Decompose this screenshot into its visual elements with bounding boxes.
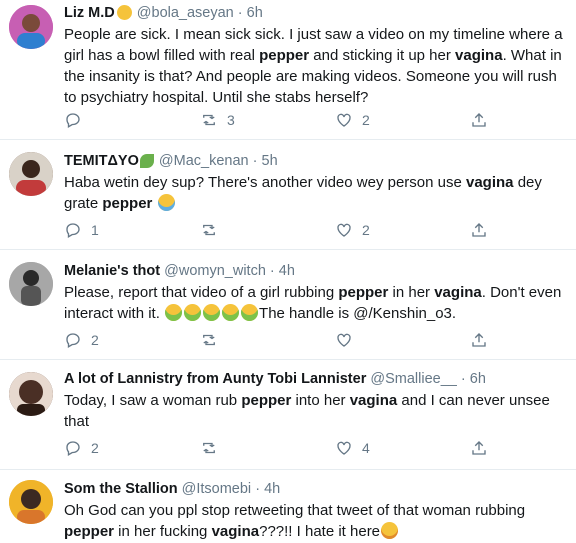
avatar[interactable] (9, 372, 53, 416)
leaf-emoji-icon (139, 154, 154, 168)
tweet[interactable]: Som the Stallion @Itsomebi · 4h Oh God c… (0, 470, 576, 543)
display-name[interactable]: TEMITΔYO (64, 153, 139, 169)
nauseated-emoji-icon (241, 304, 259, 321)
keyword: vagina (466, 174, 514, 191)
tweet-header: Liz M.D @bola_aseyan · 6h (64, 4, 568, 23)
reply-button[interactable]: 2 (64, 438, 99, 458)
retweet-button[interactable] (200, 438, 227, 458)
retweet-icon (203, 442, 215, 454)
separator: · (237, 5, 243, 21)
avatar-image (9, 5, 53, 49)
share-button[interactable] (470, 330, 488, 350)
display-name[interactable]: Melanie's thot (64, 263, 160, 279)
tweet-header: Som the Stallion @Itsomebi · 4h (64, 480, 568, 499)
share-button[interactable] (470, 220, 488, 240)
tweet-text: Oh God can you ppl stop retweeting that … (64, 502, 526, 540)
retweet-icon (203, 224, 215, 236)
reply-icon (66, 333, 80, 348)
keyword: pepper (64, 523, 115, 540)
retweet-button[interactable] (200, 330, 227, 350)
nauseated-emoji-icon (203, 304, 221, 321)
tweet-header: TEMITΔYO @Mac_kenan · 5h (64, 152, 568, 171)
reply-button[interactable]: 2 (64, 330, 99, 350)
share-button[interactable] (470, 110, 488, 130)
avatar-image (9, 152, 53, 196)
avatar[interactable] (9, 5, 53, 49)
tweet[interactable]: A lot of Lannistry from Aunty Tobi Lanni… (0, 360, 576, 470)
nauseated-emoji-icon (165, 304, 183, 321)
share-button[interactable] (470, 438, 488, 458)
tweet[interactable]: Melanie's thot @womyn_witch · 4h Please,… (0, 250, 576, 360)
share-icon (472, 113, 486, 127)
avatar-image (9, 372, 53, 416)
separator: · (269, 263, 275, 279)
timestamp[interactable]: 4h (279, 263, 295, 279)
tweet-text: People are sick. I mean sick sick. I jus… (64, 26, 563, 106)
retweet-button[interactable] (200, 220, 227, 240)
keyword: pepper (259, 47, 310, 64)
nauseated-emoji-icon (222, 304, 240, 321)
tweet-text: Please, report that video of a girl rubb… (64, 284, 562, 322)
timestamp[interactable]: 6h (470, 371, 486, 387)
reply-icon (66, 441, 80, 456)
avatar[interactable] (9, 262, 53, 306)
timestamp[interactable]: 4h (264, 481, 280, 497)
heart-icon (337, 333, 351, 347)
separator: · (255, 481, 261, 497)
tweet-text: Haba wetin dey sup? There's another vide… (64, 174, 542, 212)
like-button[interactable]: 4 (335, 438, 370, 458)
reply-button[interactable] (64, 110, 91, 130)
timestamp[interactable]: 6h (247, 5, 263, 21)
keyword: pepper (338, 284, 389, 301)
tweet-header: A lot of Lannistry from Aunty Tobi Lanni… (64, 370, 568, 389)
tweet[interactable]: TEMITΔYO @Mac_kenan · 5h Haba wetin dey … (0, 140, 576, 250)
user-handle[interactable]: @Itsomebi (182, 481, 252, 497)
retweet-icon (203, 334, 215, 346)
share-icon (472, 333, 486, 347)
separator: · (252, 153, 258, 169)
like-button[interactable] (335, 330, 362, 350)
timestamp[interactable]: 5h (262, 153, 278, 169)
avatar[interactable] (9, 480, 53, 524)
reply-icon (66, 223, 80, 238)
reply-icon (66, 113, 80, 128)
like-button[interactable]: 2 (335, 220, 370, 240)
user-handle[interactable]: @womyn_witch (164, 263, 266, 279)
keyword: vagina (349, 392, 398, 409)
user-handle[interactable]: @Smalliee__ (370, 371, 456, 387)
separator: · (460, 371, 466, 387)
avatar-image (9, 480, 53, 524)
heart-icon (337, 223, 351, 237)
share-icon (472, 441, 486, 455)
retweet-icon (203, 114, 215, 126)
heart-icon (337, 441, 351, 455)
display-name[interactable]: Som the Stallion (64, 481, 178, 497)
tweet[interactable]: Liz M.D @bola_aseyan · 6h People are sic… (0, 0, 576, 140)
weary-emoji-icon (381, 522, 399, 539)
heart-icon (337, 113, 351, 127)
tweet-text: Today, I saw a woman rub pepper into her… (64, 392, 550, 430)
emoji-icon (116, 5, 132, 20)
user-handle[interactable]: @Mac_kenan (159, 153, 249, 169)
nauseated-emoji-icon (184, 304, 202, 321)
keyword: vagina (434, 284, 482, 301)
keyword: pepper (241, 392, 292, 409)
reply-button[interactable]: 1 (64, 220, 99, 240)
keyword: vagina (211, 523, 260, 540)
display-name[interactable]: Liz M.D (64, 5, 115, 21)
like-button[interactable]: 2 (335, 110, 370, 130)
share-icon (472, 223, 486, 237)
crying-emoji-icon (157, 194, 175, 211)
retweet-button[interactable]: 3 (200, 110, 235, 130)
tweet-header: Melanie's thot @womyn_witch · 4h (64, 262, 568, 281)
avatar[interactable] (9, 152, 53, 196)
keyword: pepper (102, 195, 153, 212)
display-name[interactable]: A lot of Lannistry from Aunty Tobi Lanni… (64, 371, 366, 387)
user-handle[interactable]: @bola_aseyan (137, 5, 234, 21)
keyword: vagina (455, 47, 503, 64)
avatar-image (9, 262, 53, 306)
